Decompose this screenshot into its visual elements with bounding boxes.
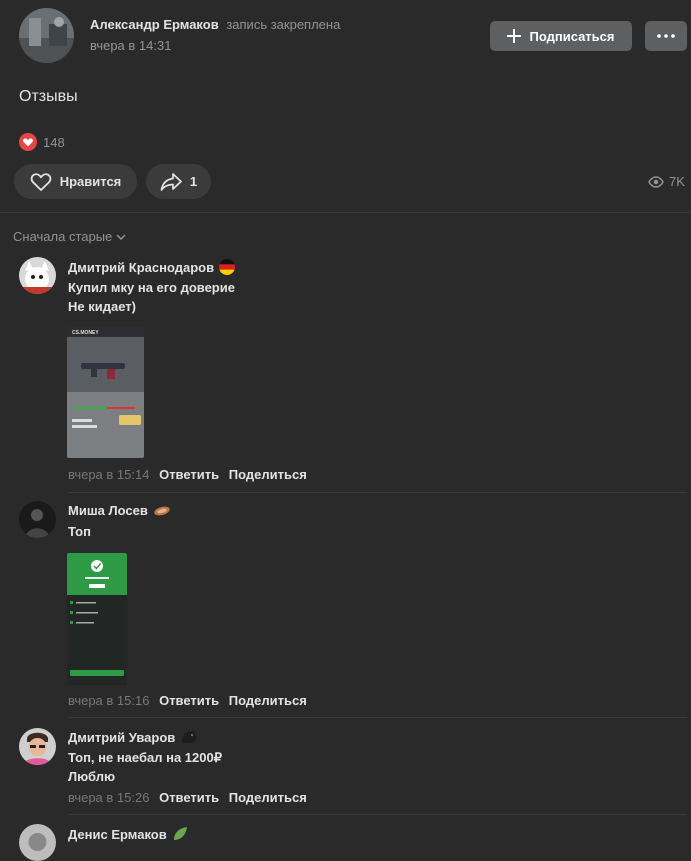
more-icon (657, 34, 675, 38)
comment-meta: вчера в 15:26 Ответить Поделиться (68, 790, 307, 805)
comment-text-line: Купил мку на его доверие (68, 280, 235, 295)
views-count: 7K (669, 174, 685, 189)
share-comment-button[interactable]: Поделиться (229, 693, 307, 708)
comment-time[interactable]: вчера в 15:16 (68, 693, 149, 708)
comment-text-line: Топ, не наебал на 1200₽ (68, 750, 222, 765)
comment-text-line: Топ (68, 524, 91, 539)
comment-author[interactable]: Дмитрий Уваров (68, 730, 175, 745)
comment-author[interactable]: Денис Ермаков (68, 827, 167, 842)
chevron-down-icon (116, 233, 126, 240)
comment-avatar[interactable] (19, 257, 56, 294)
reply-button[interactable]: Ответить (159, 790, 219, 805)
post-time[interactable]: вчера в 14:31 (90, 38, 171, 53)
like-button[interactable]: Нравится (14, 164, 137, 199)
heart-outline-icon (30, 172, 52, 191)
comment-meta: вчера в 15:14 Ответить Поделиться (68, 467, 307, 482)
section-divider (0, 212, 691, 213)
share-comment-button[interactable]: Поделиться (229, 467, 307, 482)
comment-image[interactable]: CS.MONEY (67, 327, 144, 458)
share-button[interactable]: 1 (146, 164, 211, 199)
comment-image[interactable] (67, 553, 127, 685)
comment-divider (68, 492, 687, 493)
comment-time[interactable]: вчера в 15:14 (68, 467, 149, 482)
views-counter: 7K (648, 174, 685, 189)
comment-author[interactable]: Миша Лосев (68, 503, 148, 518)
reply-button[interactable]: Ответить (159, 467, 219, 482)
sausage-icon (154, 506, 170, 515)
comment-avatar[interactable] (19, 824, 56, 861)
post-text: Отзывы (19, 88, 78, 105)
comment-avatar[interactable] (19, 728, 56, 765)
eye-icon (648, 175, 664, 188)
likes-count: 148 (43, 134, 65, 150)
reaction-summary[interactable]: 148 (19, 133, 65, 151)
comment-author[interactable]: Дмитрий Краснодаров (68, 260, 214, 275)
comment-divider (68, 717, 687, 718)
comment-time[interactable]: вчера в 15:26 (68, 790, 149, 805)
comment-avatar[interactable] (19, 501, 56, 538)
heart-icon (19, 133, 37, 151)
comment-text-line: Люблю (68, 769, 116, 784)
animal-head-icon (182, 730, 197, 743)
subscribe-button[interactable]: Подписаться (490, 21, 632, 51)
reply-button[interactable]: Ответить (159, 693, 219, 708)
share-comment-button[interactable]: Поделиться (229, 790, 307, 805)
pinned-label: запись закреплена (226, 17, 341, 32)
author-avatar[interactable] (19, 8, 74, 63)
sort-selector[interactable]: Сначала старые (13, 229, 126, 244)
like-label: Нравится (59, 174, 122, 189)
plus-icon (507, 29, 522, 43)
sort-label: Сначала старые (13, 229, 113, 244)
author-name[interactable]: Александр Ермаков (90, 17, 219, 32)
germany-flag-icon (219, 259, 236, 275)
comment-divider (68, 814, 687, 815)
subscribe-label: Подписаться (529, 28, 615, 44)
thumb-brand-label: CS.MONEY (72, 330, 99, 336)
share-count: 1 (189, 174, 198, 189)
more-button[interactable] (645, 21, 687, 51)
leaf-icon (173, 827, 187, 840)
comment-text-line: Не кидает) (68, 299, 136, 314)
comment-meta: вчера в 15:16 Ответить Поделиться (68, 693, 307, 708)
share-icon (160, 172, 182, 191)
